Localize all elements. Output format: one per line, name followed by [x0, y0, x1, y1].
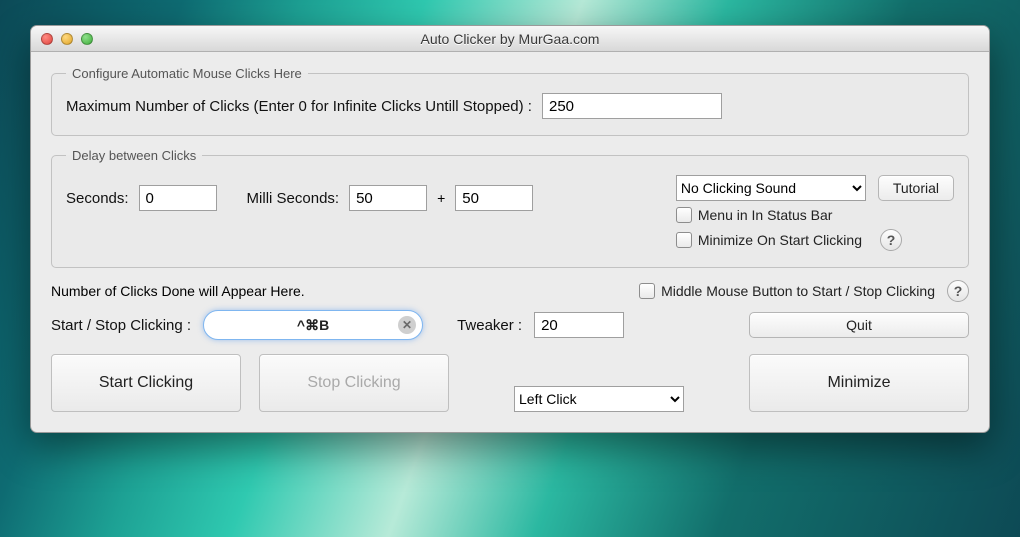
plus-label: +	[437, 190, 445, 206]
tweaker-label: Tweaker :	[457, 317, 522, 334]
ms-input-2[interactable]	[455, 185, 533, 211]
minimize-button[interactable]: Minimize	[749, 354, 969, 412]
help-icon-2[interactable]: ?	[947, 280, 969, 302]
minimize-icon[interactable]	[61, 33, 73, 45]
configure-legend: Configure Automatic Mouse Clicks Here	[66, 66, 308, 81]
minimize-label: Minimize	[827, 374, 890, 392]
ms-input-1[interactable]	[349, 185, 427, 211]
zoom-icon[interactable]	[81, 33, 93, 45]
window-controls	[41, 33, 93, 45]
stop-clicking-label: Stop Clicking	[307, 374, 400, 392]
max-clicks-input[interactable]	[542, 93, 722, 119]
clear-icon[interactable]: ✕	[398, 316, 416, 334]
minimize-start-label: Minimize On Start Clicking	[698, 232, 862, 248]
menu-label: Menu in In Status Bar	[698, 207, 833, 223]
delay-legend: Delay between Clicks	[66, 148, 202, 163]
menu-checkbox[interactable]	[676, 207, 692, 223]
app-window: Auto Clicker by MurGaa.com Configure Aut…	[30, 25, 990, 433]
minimize-checkbox[interactable]	[676, 232, 692, 248]
seconds-input[interactable]	[139, 185, 217, 211]
delay-group: Delay between Clicks Seconds: Milli Seco…	[51, 148, 969, 268]
middle-label: Middle Mouse Button to Start / Stop Clic…	[661, 283, 935, 299]
click-type-select[interactable]: Left Click	[514, 386, 684, 412]
hotkey-label: Start / Stop Clicking :	[51, 317, 191, 334]
stop-clicking-button[interactable]: Stop Clicking	[259, 354, 449, 412]
close-icon[interactable]	[41, 33, 53, 45]
sound-select[interactable]: No Clicking Sound	[676, 175, 866, 201]
start-clicking-label: Start Clicking	[99, 374, 193, 392]
hotkey-field[interactable]: ^⌘B ✕	[203, 310, 423, 340]
window-title: Auto Clicker by MurGaa.com	[31, 31, 989, 47]
hotkey-value: ^⌘B	[297, 317, 329, 334]
ms-label: Milli Seconds:	[247, 190, 340, 207]
clicks-done-label: Number of Clicks Done will Appear Here.	[51, 283, 305, 299]
content: Configure Automatic Mouse Clicks Here Ma…	[31, 52, 989, 432]
middle-checkbox[interactable]	[639, 283, 655, 299]
help-icon[interactable]: ?	[880, 229, 902, 251]
quit-button[interactable]: Quit	[749, 312, 969, 338]
start-clicking-button[interactable]: Start Clicking	[51, 354, 241, 412]
titlebar: Auto Clicker by MurGaa.com	[31, 26, 989, 52]
tutorial-button[interactable]: Tutorial	[878, 175, 954, 201]
max-clicks-label: Maximum Number of Clicks (Enter 0 for In…	[66, 98, 532, 115]
configure-group: Configure Automatic Mouse Clicks Here Ma…	[51, 66, 969, 136]
seconds-label: Seconds:	[66, 190, 129, 207]
tweaker-input[interactable]	[534, 312, 624, 338]
